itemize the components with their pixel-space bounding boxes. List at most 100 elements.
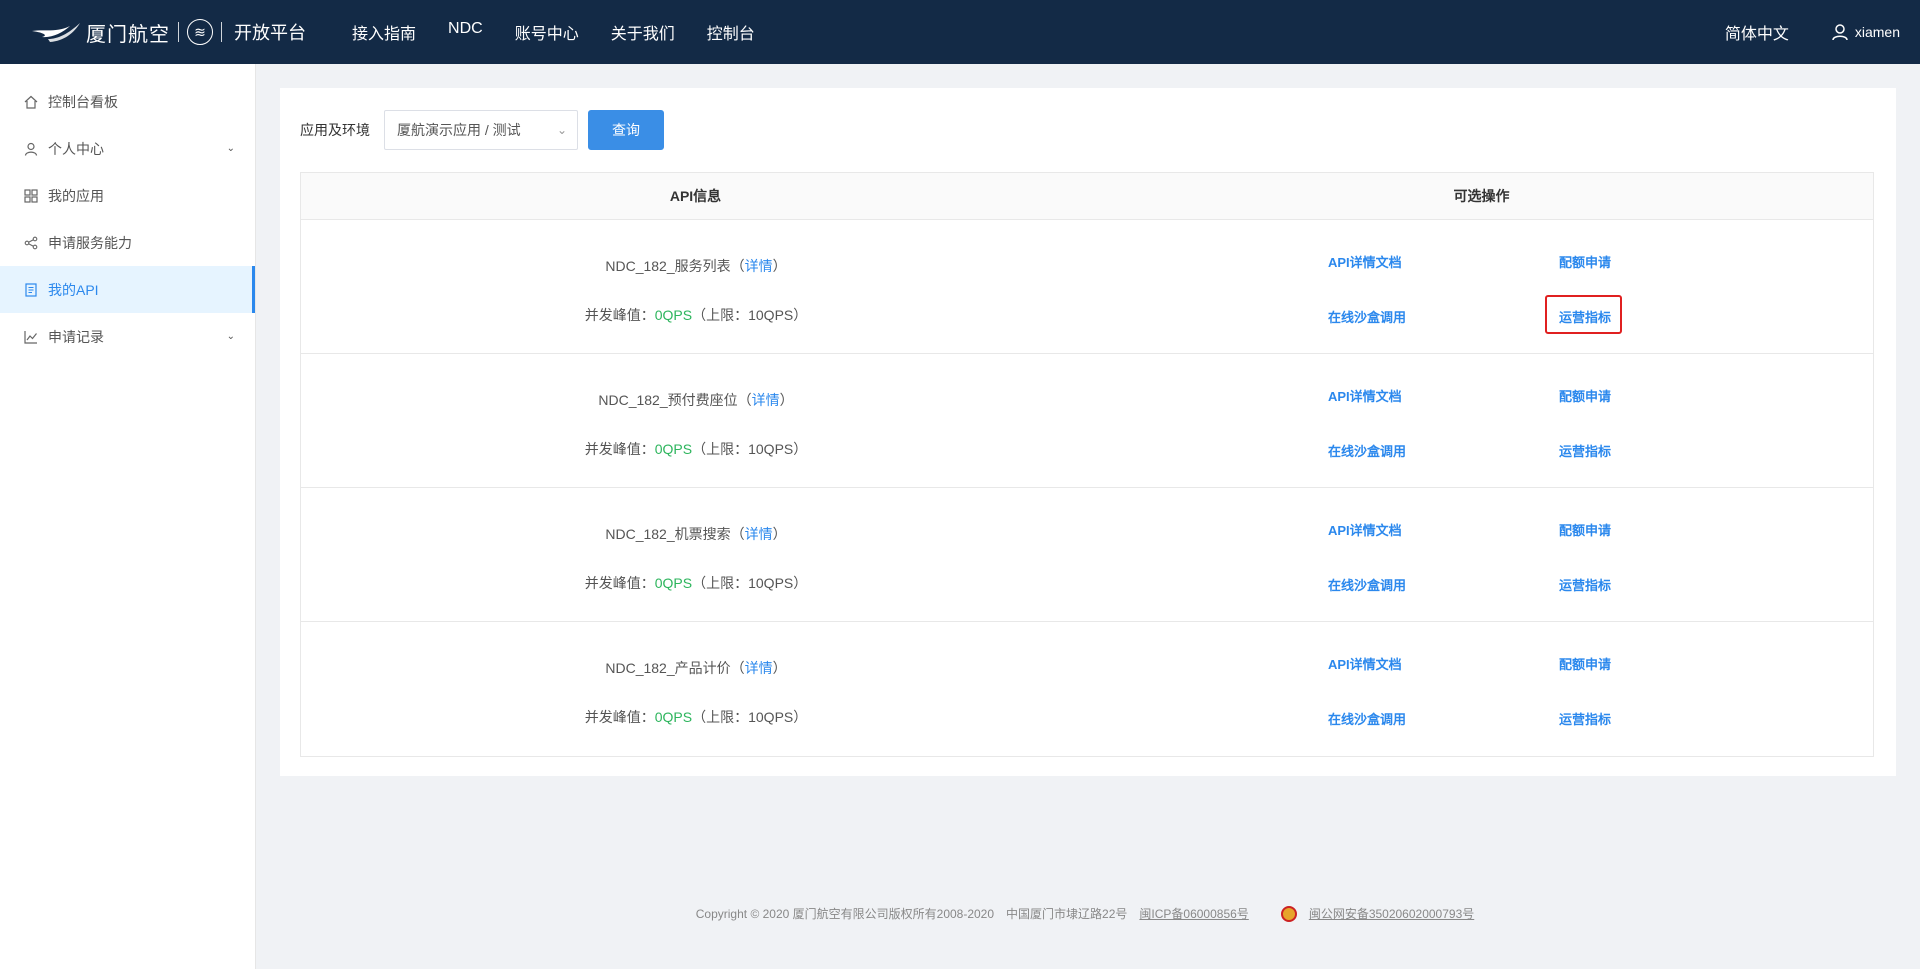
quota-apply-link[interactable]: 配额申请 — [1559, 386, 1611, 405]
logo-divider — [221, 22, 222, 42]
footer-police-record: 闽公网安备35020602000793号 — [1275, 905, 1480, 922]
ops-metrics-link[interactable]: 运营指标 — [1559, 709, 1611, 728]
sidebar-item-label: 控制台看板 — [48, 93, 118, 110]
quota-apply-link[interactable]: 配额申请 — [1559, 252, 1611, 271]
qps-limit: （上限：10QPS） — [692, 441, 808, 457]
api-detail-link[interactable]: 详情 — [745, 258, 773, 274]
nav-right: 简体中文 xiamen — [1725, 20, 1900, 44]
quota-apply-link[interactable]: 配额申请 — [1559, 520, 1611, 539]
api-table: API信息 可选操作 NDC_182_服务列表（详情） 并发峰值：0QPS（上限… — [300, 172, 1874, 757]
table-header: API信息 可选操作 — [301, 173, 1873, 220]
app-env-select-value: 厦航演示应用 / 测试 — [397, 122, 521, 138]
qps-value: 0QPS — [654, 441, 693, 457]
sandbox-call-link[interactable]: 在线沙盒调用 — [1328, 441, 1406, 460]
highlight-box — [1545, 295, 1622, 334]
sidebar-item-apply-records[interactable]: 申请记录 ⌄ — [0, 313, 255, 360]
api-doc-link[interactable]: API详情文档 — [1328, 654, 1402, 673]
api-name: NDC_182_产品计价（详情） — [301, 658, 1091, 678]
chevron-down-icon: ⌄ — [226, 331, 235, 342]
query-button[interactable]: 查询 — [588, 110, 664, 150]
sidebar-item-label: 我的API — [48, 281, 99, 298]
paren-close: ） — [779, 392, 794, 408]
api-name-text: NDC_182_产品计价 — [605, 660, 731, 676]
sandbox-call-link[interactable]: 在线沙盒调用 — [1328, 307, 1406, 326]
api-detail-link[interactable]: 详情 — [752, 392, 780, 408]
qps-label: 并发峰值： — [584, 575, 655, 591]
sidebar-item-dashboard[interactable]: 控制台看板 — [0, 78, 255, 125]
qps-label: 并发峰值： — [584, 709, 655, 725]
column-header-operations: 可选操作 — [1453, 188, 1510, 204]
user-menu[interactable]: xiamen — [1831, 23, 1900, 41]
nav-item-ndc[interactable]: NDC — [448, 20, 483, 44]
police-badge-icon — [1280, 905, 1297, 922]
logo-platform-text: 开放平台 — [234, 23, 306, 43]
qps-label: 并发峰值： — [584, 307, 655, 323]
logo-text: 厦门航空 — [86, 23, 170, 46]
sidebar-item-apply-service[interactable]: 申请服务能力 — [0, 219, 255, 266]
table-row: NDC_182_产品计价（详情） 并发峰值：0QPS（上限：10QPS） API… — [301, 622, 1873, 756]
api-name: NDC_182_机票搜索（详情） — [301, 524, 1091, 544]
paren-close: ） — [772, 258, 787, 274]
sandbox-call-link[interactable]: 在线沙盒调用 — [1328, 575, 1406, 594]
qps-value: 0QPS — [654, 307, 693, 323]
sidebar: 控制台看板 个人中心 ⌄ 我的应用 申请服务能力 我的API 申请记录 ⌄ — [0, 64, 256, 969]
grid-icon — [24, 188, 38, 203]
table-row: NDC_182_预付费座位（详情） 并发峰值：0QPS（上限：10QPS） AP… — [301, 354, 1873, 488]
footer-copyright: Copyright © 2020 厦门航空有限公司版权所有2008-2020 — [695, 907, 995, 921]
main-nav: 接入指南 NDC 账号中心 关于我们 控制台 — [352, 20, 787, 44]
footer-address: 中国厦门市埭辽路22号 — [1006, 907, 1128, 921]
quota-apply-link[interactable]: 配额申请 — [1559, 654, 1611, 673]
sidebar-item-my-api[interactable]: 我的API — [0, 266, 255, 313]
language-switcher[interactable]: 简体中文 — [1725, 20, 1789, 44]
airline-bird-logo-icon — [32, 23, 80, 42]
api-doc-link[interactable]: API详情文档 — [1328, 252, 1402, 271]
qps-limit: （上限：10QPS） — [692, 709, 808, 725]
nav-item-account[interactable]: 账号中心 — [515, 20, 579, 44]
home-icon — [24, 95, 38, 109]
sidebar-item-label: 我的应用 — [48, 187, 104, 204]
main-content: 应用及环境 厦航演示应用 / 测试 ⌄ 查询 API信息 可选操作 NDC_18… — [280, 88, 1896, 776]
api-doc-link[interactable]: API详情文档 — [1328, 386, 1402, 405]
qps-label: 并发峰值： — [584, 441, 655, 457]
logo[interactable]: 厦门航空 ≋ 开放平台 — [30, 0, 306, 64]
footer: Copyright © 2020 厦门航空有限公司版权所有2008-2020 中… — [256, 905, 1920, 922]
sidebar-item-label: 申请记录 — [48, 328, 104, 345]
api-name-text: NDC_182_机票搜索 — [605, 526, 731, 542]
qps-value: 0QPS — [654, 709, 693, 725]
api-name-text: NDC_182_服务列表 — [605, 258, 731, 274]
api-detail-link[interactable]: 详情 — [745, 660, 773, 676]
document-icon — [24, 282, 38, 297]
api-qps: 并发峰值：0QPS（上限：10QPS） — [301, 707, 1091, 727]
paren-open: （ — [730, 660, 745, 676]
username: xiamen — [1854, 24, 1900, 40]
sandbox-call-link[interactable]: 在线沙盒调用 — [1328, 709, 1406, 728]
api-qps: 并发峰值：0QPS（上限：10QPS） — [301, 573, 1091, 593]
share-icon — [24, 236, 38, 250]
app-env-select[interactable]: 厦航演示应用 / 测试 ⌄ — [384, 110, 578, 150]
api-name: NDC_182_预付费座位（详情） — [301, 390, 1091, 410]
footer-icp-link[interactable]: 闽ICP备06000856号 — [1139, 905, 1248, 922]
chevron-down-icon: ⌄ — [556, 123, 567, 137]
qps-limit: （上限：10QPS） — [692, 307, 808, 323]
sidebar-item-personal-center[interactable]: 个人中心 ⌄ — [0, 125, 255, 172]
api-name: NDC_182_服务列表（详情） — [301, 256, 1091, 276]
logo-divider — [178, 22, 179, 42]
api-qps: 并发峰值：0QPS（上限：10QPS） — [301, 439, 1091, 459]
paren-open: （ — [730, 526, 745, 542]
footer-police-link[interactable]: 闽公网安备35020602000793号 — [1309, 905, 1474, 922]
nav-item-guide[interactable]: 接入指南 — [352, 20, 416, 44]
api-qps: 并发峰值：0QPS（上限：10QPS） — [301, 305, 1091, 325]
sidebar-item-label: 个人中心 — [48, 140, 104, 157]
qps-limit: （上限：10QPS） — [692, 575, 808, 591]
sidebar-item-label: 申请服务能力 — [48, 234, 132, 251]
api-detail-link[interactable]: 详情 — [745, 526, 773, 542]
api-doc-link[interactable]: API详情文档 — [1328, 520, 1402, 539]
nav-item-console[interactable]: 控制台 — [707, 20, 755, 44]
filter-label: 应用及环境 — [300, 122, 370, 138]
sidebar-item-my-apps[interactable]: 我的应用 — [0, 172, 255, 219]
ops-metrics-link[interactable]: 运营指标 — [1559, 575, 1611, 594]
ops-metrics-link[interactable]: 运营指标 — [1559, 441, 1611, 460]
api-name-text: NDC_182_预付费座位 — [598, 392, 738, 408]
nav-item-about[interactable]: 关于我们 — [611, 20, 675, 44]
qps-value: 0QPS — [654, 575, 693, 591]
